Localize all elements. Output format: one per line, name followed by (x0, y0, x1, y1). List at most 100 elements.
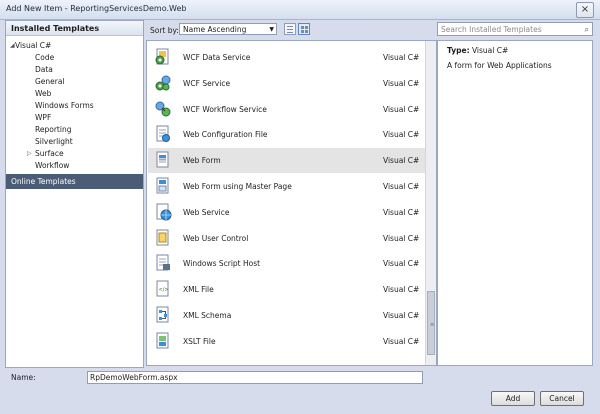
template-name: XSLT File (183, 336, 216, 346)
template-row[interactable]: XSLT File Visual C# (148, 329, 426, 354)
template-name: WCF Service (183, 78, 231, 88)
tree-item-workflow[interactable]: Workflow (6, 160, 143, 172)
name-label: Name: (11, 373, 36, 382)
xml-schema-icon (154, 306, 172, 324)
tree-item-label: Visual C# (15, 41, 52, 50)
template-name: Web Service (183, 207, 230, 217)
template-name: Web User Control (183, 233, 249, 243)
collapsed-arrow-icon[interactable]: ▷ (27, 148, 32, 160)
tree-item-windows-forms[interactable]: Windows Forms (6, 100, 143, 112)
template-name: Web Configuration File (183, 130, 268, 140)
wcf-workflow-icon (154, 100, 172, 118)
search-icon[interactable]: ⌕ (585, 23, 589, 36)
xslt-file-icon (154, 332, 172, 350)
vertical-scrollbar[interactable]: ≡ (425, 41, 436, 365)
tree-item-code[interactable]: Code (6, 52, 143, 64)
add-new-item-dialog: Add New Item - ReportingServicesDemo.Web… (0, 0, 600, 414)
window-title: Add New Item - ReportingServicesDemo.Web (6, 4, 187, 13)
web-form-icon (154, 151, 172, 169)
template-description: A form for Web Applications (447, 61, 552, 70)
tree-item-silverlight[interactable]: Silverlight (6, 136, 143, 148)
script-host-icon (154, 254, 172, 272)
tree-item-label: Code (35, 53, 55, 62)
chevron-down-icon: ▼ (269, 26, 274, 33)
medium-icons-view-icon[interactable] (298, 23, 310, 35)
cancel-button[interactable]: Cancel (540, 391, 584, 406)
tree-item-visual-c-[interactable]: ◢ Visual C# (6, 40, 143, 52)
template-row[interactable]: Windows Script Host Visual C# (148, 251, 426, 276)
sort-value: Name Ascending (183, 25, 247, 34)
tree-item-label: Surface (35, 149, 64, 158)
tree-item-surface[interactable]: ▷ Surface (6, 148, 143, 160)
tree-item-label: Data (35, 65, 53, 74)
template-row[interactable]: WCF Service Visual C# (148, 71, 426, 96)
template-details-pane: Type: Visual C# A form for Web Applicati… (437, 40, 593, 366)
tree-item-web[interactable]: Web (6, 88, 143, 100)
add-button[interactable]: Add (491, 391, 535, 406)
list-view-icon[interactable] (284, 23, 296, 35)
tree-item-data[interactable]: Data (6, 64, 143, 76)
installed-templates-header: Installed Templates (6, 21, 143, 36)
web-service-icon (154, 203, 172, 221)
template-row[interactable]: </> XML File Visual C# (148, 277, 426, 302)
expanded-arrow-icon[interactable]: ◢ (10, 40, 15, 52)
title-bar: Add New Item - ReportingServicesDemo.Web… (0, 0, 600, 20)
type-label: Type: (447, 46, 470, 55)
template-language: Visual C# (383, 156, 420, 166)
template-language: Visual C# (383, 336, 420, 346)
template-row[interactable]: Web Service Visual C# (148, 200, 426, 225)
template-name: Windows Script Host (183, 259, 261, 269)
template-language: Visual C# (383, 311, 420, 320)
template-row[interactable]: XML Schema Visual C# (148, 303, 426, 328)
template-row[interactable]: Web User Control Visual C# (148, 226, 426, 251)
template-name: WCF Workflow Service (183, 104, 267, 114)
type-value: Visual C# (471, 46, 509, 55)
templates-tree-pane: Installed Templates ◢ Visual C# Code Data Ge… (5, 20, 144, 368)
template-row[interactable]: Web Form using Master Page Visual C# (148, 174, 426, 199)
search-input[interactable]: Search Installed Templates ⌕ (437, 22, 593, 36)
template-language: Visual C# (383, 182, 420, 191)
close-icon[interactable]: × (576, 2, 594, 18)
web-user-control-icon (154, 229, 172, 247)
search-placeholder: Search Installed Templates (441, 25, 542, 34)
template-name: XML File (183, 285, 214, 295)
template-language: Visual C# (383, 207, 420, 217)
template-language: Visual C# (383, 78, 420, 88)
template-language: Visual C# (383, 259, 420, 269)
tree-item-label: General (35, 77, 65, 86)
tree-item-label: Web (35, 89, 52, 98)
template-name: Web Form (183, 156, 221, 166)
svg-text:</>: </> (159, 287, 169, 293)
tree-item-label: Reporting (35, 125, 72, 134)
wcf-service-icon (154, 74, 172, 92)
tree-item-general[interactable]: General (6, 76, 143, 88)
tree-item-label: Workflow (35, 161, 70, 170)
scrollbar-thumb[interactable]: ≡ (427, 291, 435, 355)
wcf-data-service-icon (154, 48, 172, 66)
scroll-grip-icon: ≡ (430, 322, 435, 328)
sort-label: Sort by: (150, 26, 179, 35)
template-name: XML Schema (183, 311, 232, 320)
toolbar: Sort by: Name Ascending ▼ (146, 20, 434, 40)
template-type: Type: Visual C# (447, 46, 508, 55)
template-language: Visual C# (383, 130, 420, 140)
tree-item-reporting[interactable]: Reporting (6, 124, 143, 136)
template-name: Web Form using Master Page (183, 182, 292, 191)
tree-item-label: Silverlight (35, 137, 73, 146)
template-language: Visual C# (383, 104, 420, 114)
tree-item-label: Windows Forms (35, 101, 94, 110)
template-name: WCF Data Service (183, 53, 251, 62)
template-language: Visual C# (383, 233, 420, 243)
web-form-master-icon (154, 177, 172, 195)
template-language: Visual C# (383, 53, 420, 62)
tree-item-wpf[interactable]: WPF (6, 112, 143, 124)
name-input[interactable]: RpDemoWebForm.aspx (87, 371, 423, 384)
online-templates-item[interactable]: Online Templates (6, 174, 143, 189)
template-row[interactable]: WCF Workflow Service Visual C# (148, 97, 426, 122)
template-row[interactable]: Web Form Visual C# (148, 148, 426, 174)
templates-tree: ◢ Visual C# Code Data General Web Windows Form… (6, 40, 143, 172)
template-row[interactable]: WCF Data Service Visual C# (148, 45, 426, 70)
template-row[interactable]: Web Configuration File Visual C# (148, 122, 426, 147)
sort-dropdown[interactable]: Name Ascending ▼ (179, 23, 277, 35)
template-language: Visual C# (383, 285, 420, 295)
